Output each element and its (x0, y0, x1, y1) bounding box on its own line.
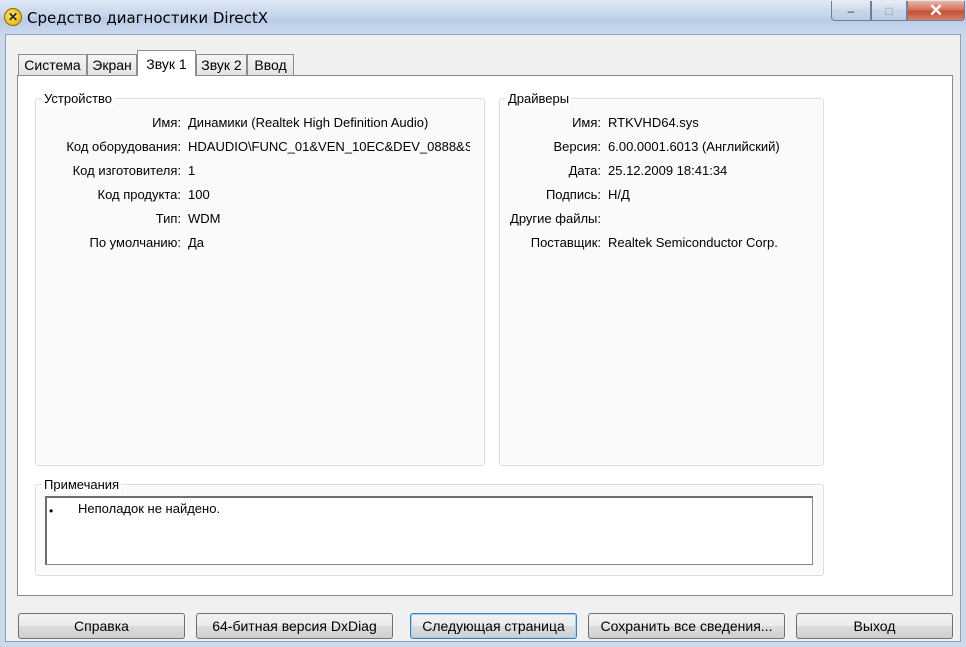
driver-version-label: Версия: (553, 139, 601, 154)
help-button[interactable]: Справка (18, 613, 185, 639)
device-manufacturer-id-label: Код изготовителя: (72, 163, 181, 178)
device-hardware-id-value: HDAUDIO\FUNC_01&VEN_10EC&DEV_0888&SUBS (188, 139, 470, 154)
device-product-id-value: 100 (188, 187, 210, 202)
device-group-title: Устройство (42, 90, 115, 107)
window-title: Средство диагностики DirectX (27, 9, 269, 27)
driver-date-label: Дата: (568, 163, 601, 178)
driver-name-value: RTKVHD64.sys (608, 115, 699, 130)
tab-input[interactable]: Ввод (247, 54, 294, 75)
driver-provider-value: Realtek Semiconductor Corp. (608, 235, 778, 250)
notes-text: Неполадок не найдено. (78, 501, 221, 516)
driver-signature-label: Подпись: (545, 187, 601, 202)
notes-group: Примечания • Неполадок не найдено. (35, 476, 824, 576)
notes-group-title: Примечания (42, 476, 122, 493)
device-type-label: Тип: (155, 211, 181, 226)
device-name-label: Имя: (152, 115, 181, 130)
driver-provider-label: Поставщик: (530, 235, 601, 250)
driver-other-files-label: Другие файлы: (510, 211, 601, 226)
tab-panel-sound-1: Устройство Имя: Динамики (Realtek High D… (17, 75, 953, 596)
notes-textbox[interactable]: • Неполадок не найдено. (45, 496, 813, 565)
driver-signature-value: Н/Д (608, 187, 630, 202)
dialog-client-area: Система Экран Звук 1 Звук 2 Ввод Устройс… (5, 34, 961, 642)
tab-sound-1[interactable]: Звук 1 (137, 50, 196, 76)
device-type-value: WDM (188, 211, 221, 226)
directx-icon: ✕ (4, 8, 22, 26)
device-default-value: Да (188, 235, 205, 250)
title-bar: ✕ Средство диагностики DirectX – □ ✕ (0, 0, 966, 34)
tab-display[interactable]: Экран (87, 54, 137, 75)
close-button[interactable]: ✕ (907, 1, 965, 21)
save-all-info-button[interactable]: Сохранить все сведения... (588, 613, 785, 639)
driver-date-value: 25.12.2009 18:41:34 (608, 163, 728, 178)
drivers-group-title: Драйверы (506, 90, 572, 107)
tab-system[interactable]: Система (18, 54, 87, 75)
driver-version-value: 6.00.0001.6013 (Английский) (608, 139, 780, 154)
device-name-value: Динамики (Realtek High Definition Audio) (188, 115, 429, 130)
next-page-button[interactable]: Следующая страница (410, 613, 577, 639)
tab-sound-2[interactable]: Звук 2 (196, 54, 247, 75)
device-default-label: По умолчанию: (89, 235, 181, 250)
device-group: Устройство Имя: Динамики (Realtek High D… (35, 90, 485, 466)
drivers-group: Драйверы Имя: RTKVHD64.sys Версия: 6.00.… (499, 90, 824, 466)
device-product-id-label: Код продукта: (97, 187, 182, 202)
notes-bullet: • (49, 504, 54, 518)
maximize-button[interactable]: □ (871, 1, 907, 21)
exit-button[interactable]: Выход (796, 613, 953, 639)
device-hardware-id-label: Код оборудования: (66, 139, 181, 154)
driver-name-label: Имя: (572, 115, 601, 130)
device-manufacturer-id-value: 1 (188, 163, 196, 178)
minimize-button[interactable]: – (831, 1, 871, 21)
dxdiag-64bit-button[interactable]: 64-битная версия DxDiag (196, 613, 393, 639)
